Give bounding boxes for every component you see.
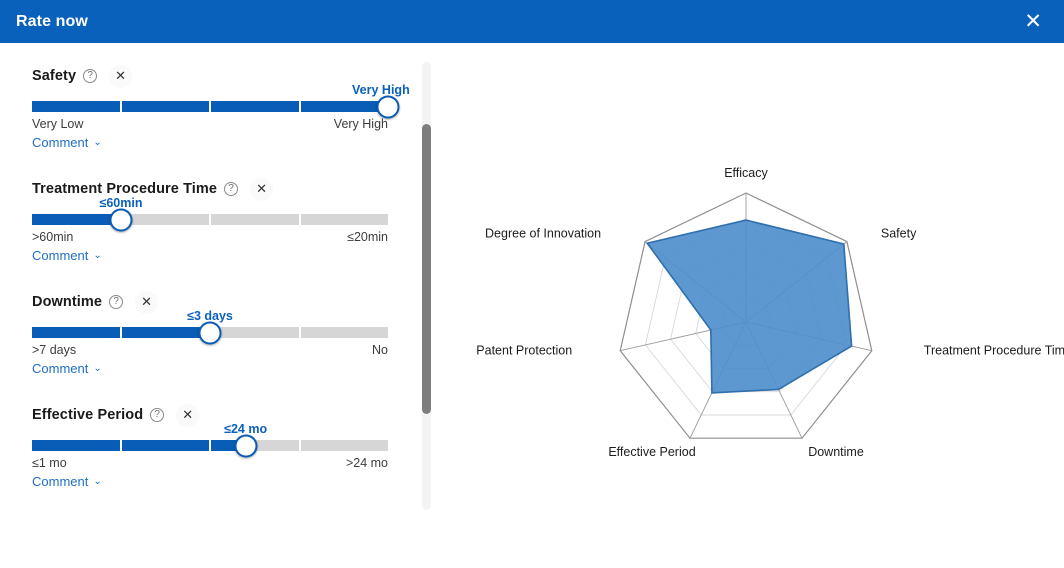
- slider-handle[interactable]: [234, 434, 258, 457]
- slider-end-labels: Very Low Very High: [32, 117, 388, 131]
- remove-criterion-button[interactable]: ✕: [176, 403, 200, 427]
- criteria-panel: Safety? ✕ Very High Very Low Very High Commen…: [0, 43, 430, 568]
- comment-label: Comment: [32, 361, 89, 376]
- remove-criterion-button[interactable]: ✕: [135, 290, 159, 314]
- slider-segment[interactable]: [32, 440, 120, 451]
- criterion-header: Safety? ✕: [32, 64, 386, 88]
- radar-axis-label: Degree of Innovation: [485, 227, 601, 241]
- slider-handle[interactable]: [109, 208, 133, 231]
- chevron-down-icon: ⌄: [93, 363, 102, 374]
- panel-scrollbar[interactable]: [422, 62, 431, 510]
- slider-segment[interactable]: [121, 327, 209, 338]
- comment-label: Comment: [32, 135, 89, 150]
- radar-axis-label: Safety: [881, 227, 917, 241]
- slider-track[interactable]: [32, 434, 388, 457]
- slider-track[interactable]: [32, 208, 388, 231]
- rating-slider[interactable]: ≤24 mo: [32, 422, 388, 457]
- dialog-titlebar: Rate now ✕: [0, 0, 1064, 43]
- radar-chart: Efficacy Safety Treatment Procedure Time Do…: [432, 43, 1064, 568]
- slider-track[interactable]: [32, 321, 388, 344]
- slider-track[interactable]: [32, 95, 400, 118]
- comment-label: Comment: [32, 248, 89, 263]
- slider-max-label: No: [372, 343, 388, 357]
- criterion-label: Effective Period: [32, 407, 144, 423]
- help-icon[interactable]: ?: [83, 69, 98, 83]
- rate-now-dialog: Rate now ✕ Safety? ✕ Very High Very Low Very…: [0, 0, 1064, 568]
- help-icon[interactable]: ?: [150, 408, 165, 422]
- radar-axis-label: Patent Protection: [476, 344, 572, 358]
- slider-segment[interactable]: [211, 327, 299, 338]
- slider-segment[interactable]: [300, 101, 388, 112]
- rating-slider[interactable]: Very High: [32, 83, 410, 118]
- criterion-label: Safety: [32, 68, 77, 84]
- criterion-label: Treatment Procedure Time: [32, 181, 218, 197]
- radar-axis-label: Treatment Procedure Time: [924, 344, 1064, 358]
- slider-max-label: >24 mo: [345, 456, 388, 470]
- slider-segment[interactable]: [121, 214, 209, 225]
- slider-value-label: Very High: [352, 83, 410, 97]
- page-title: Rate now: [16, 12, 88, 30]
- slider-min-label: >7 days: [32, 343, 77, 357]
- comment-label: Comment: [32, 474, 89, 489]
- criterion-header: Effective Period? ✕: [32, 403, 386, 427]
- slider-segment[interactable]: [211, 101, 299, 112]
- criteria-list: Safety? ✕ Very High Very Low Very High Commen…: [0, 43, 410, 517]
- slider-segment[interactable]: [211, 214, 299, 225]
- criterion-treatment-procedure-time: Treatment Procedure Time? ✕ ≤60min >60min ≤2…: [0, 177, 410, 265]
- comment-toggle[interactable]: Comment ⌄: [32, 361, 102, 376]
- criterion-downtime: Downtime? ✕ ≤3 days >7 days No Comment ⌄: [0, 290, 410, 378]
- slider-min-label: >60min: [32, 230, 74, 244]
- slider-end-labels: >60min ≤20min: [32, 230, 388, 244]
- slider-handle[interactable]: [376, 95, 400, 118]
- remove-criterion-button[interactable]: ✕: [250, 177, 274, 201]
- radar-chart-svg: Efficacy Safety Treatment Procedure Time Do…: [476, 166, 1064, 459]
- criterion-label: Downtime: [32, 294, 103, 310]
- help-icon[interactable]: ?: [109, 295, 124, 309]
- remove-criterion-button[interactable]: ✕: [109, 64, 133, 88]
- rating-slider[interactable]: ≤3 days: [32, 309, 388, 344]
- scrollbar-thumb[interactable]: [422, 124, 431, 414]
- radar-axis-label: Efficacy: [724, 166, 768, 180]
- rating-slider[interactable]: ≤60min: [32, 196, 388, 231]
- slider-end-labels: ≤1 mo >24 mo: [32, 456, 388, 470]
- slider-min-label: ≤1 mo: [32, 456, 67, 470]
- slider-segment[interactable]: [32, 101, 120, 112]
- comment-toggle[interactable]: Comment ⌄: [32, 474, 102, 489]
- comment-toggle[interactable]: Comment ⌄: [32, 135, 102, 150]
- radar-axis-label: Effective Period: [608, 445, 695, 459]
- slider-end-labels: >7 days No: [32, 343, 388, 357]
- slider-segment[interactable]: [300, 440, 388, 451]
- chevron-down-icon: ⌄: [93, 476, 102, 487]
- slider-segment[interactable]: [121, 440, 209, 451]
- slider-segment[interactable]: [121, 101, 209, 112]
- chevron-down-icon: ⌄: [93, 137, 102, 148]
- slider-max-label: ≤20min: [347, 230, 388, 244]
- slider-segment[interactable]: [32, 214, 120, 225]
- criterion-effective-period: Effective Period? ✕ ≤24 mo ≤1 mo >24 mo Comme…: [0, 403, 410, 491]
- slider-segment[interactable]: [300, 214, 388, 225]
- slider-handle[interactable]: [198, 321, 222, 344]
- slider-min-label: Very Low: [32, 117, 84, 131]
- slider-segment[interactable]: [300, 327, 388, 338]
- comment-toggle[interactable]: Comment ⌄: [32, 248, 102, 263]
- help-icon[interactable]: ?: [224, 182, 239, 196]
- criterion-safety: Safety? ✕ Very High Very Low Very High Commen…: [0, 64, 410, 152]
- chevron-down-icon: ⌄: [93, 250, 102, 261]
- criterion-header: Treatment Procedure Time? ✕: [32, 177, 386, 201]
- slider-max-label: Very High: [333, 117, 388, 131]
- close-icon[interactable]: ✕: [1020, 9, 1046, 34]
- radar-axis-label: Downtime: [808, 445, 864, 459]
- slider-segment[interactable]: [32, 327, 120, 338]
